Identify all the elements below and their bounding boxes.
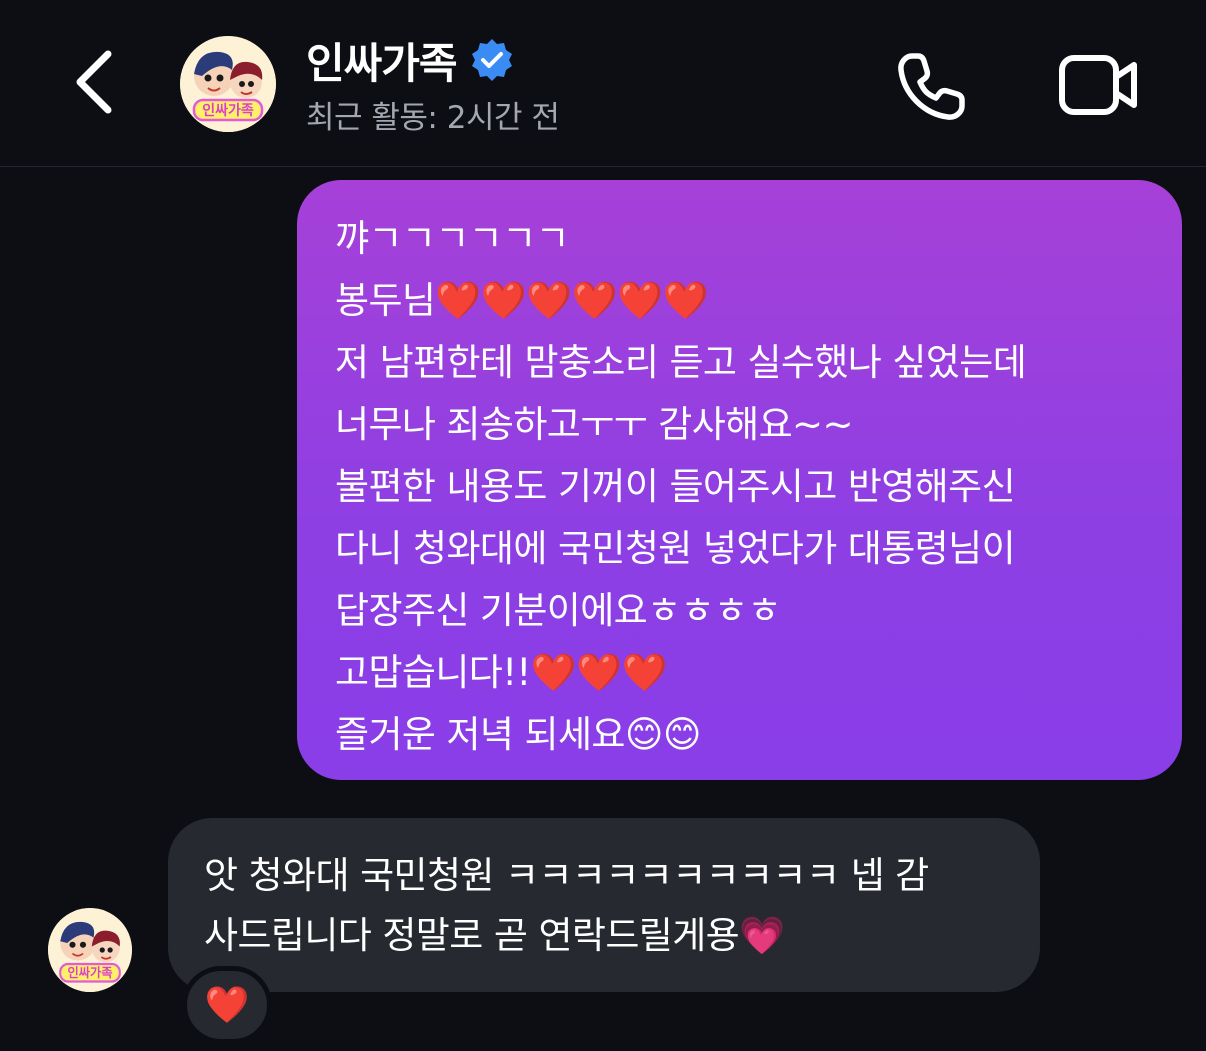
message-line: 불편한 내용도 기꺼이 들어주시고 반영해주신 [335,465,1016,508]
last-active-status: 최근 활동: 2시간 전 [306,100,560,136]
outgoing-message-bubble[interactable]: 꺄ㄱㄱㄱㄱㄱㄱ 봉두님❤️❤️❤️❤️❤️❤️ 저 남편한테 맘충소리 듣고 실… [297,180,1182,780]
heart-reaction[interactable]: ❤️ [182,966,272,1044]
chevron-left-icon[interactable] [62,42,132,122]
message-line: 다니 청와대에 국민청원 넣었다가 대통령님이 [335,527,1016,570]
message-line: 고맙습니다!!❤️❤️❤️ [335,651,668,694]
message-line: 답장주신 기분이에요ㅎㅎㅎㅎ [335,589,781,632]
avatar-image: 인싸가족 [180,36,276,132]
message-line: 봉두님❤️❤️❤️❤️❤️❤️ [335,279,709,322]
phone-icon[interactable] [892,48,970,126]
message-line: 너무나 죄송하고ㅜㅜ 감사해요~~ [335,403,853,446]
verified-badge-icon [471,39,512,81]
sender-avatar[interactable]: 인싸가족 [48,908,132,992]
avatar-text: 인싸가족 [67,965,112,980]
avatar-image: 인싸가족 [48,908,132,992]
video-camera-icon[interactable] [1056,52,1140,118]
message-line: 사드립니다 정말로 곧 연락드릴게용💗 [204,914,785,957]
message-line: 즐거운 저녁 되세요😊😊 [335,713,701,756]
incoming-message-bubble[interactable]: 앗 청와대 국민청원 ㅋㅋㅋㅋㅋㅋㅋㅋㅋㅋ 넵 감 사드립니다 정말로 곧 연락… [168,818,1040,992]
message-line: 앗 청와대 국민청원 ㅋㅋㅋㅋㅋㅋㅋㅋㅋㅋ 넵 감 [204,854,929,897]
chat-header: 인싸가족 인싸가족 최근 활동: 2시간 전 [0,0,1206,167]
message-line: 저 남편한테 맘충소리 듣고 실수했나 싶었는데 [335,341,1027,384]
avatar[interactable]: 인싸가족 [180,36,276,132]
avatar-text: 인싸가족 [202,102,254,119]
title-row: 인싸가족 [306,30,515,90]
message-line: 꺄ㄱㄱㄱㄱㄱㄱ [335,217,570,260]
page-title: 인싸가족 [306,38,458,88]
